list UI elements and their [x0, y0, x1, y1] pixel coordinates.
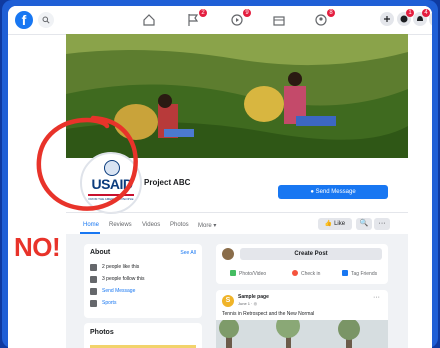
messenger-button[interactable]: 1 — [397, 9, 414, 26]
about-title: About — [90, 249, 111, 256]
about-category-link[interactable]: Sports — [102, 300, 116, 306]
flag-nav-icon[interactable]: 2 — [186, 9, 207, 27]
account-menu-button[interactable] — [429, 12, 432, 26]
about-likes-text: 2 people like this — [102, 264, 140, 270]
post-date: June 1 · ◎ — [238, 301, 258, 306]
tag-friends-label: Tag Friends — [351, 271, 378, 277]
tag-friends-icon — [342, 270, 348, 276]
follow-icon — [90, 276, 97, 283]
thumbs-up-icon: 👍 — [324, 221, 333, 227]
feed-post: S Sample page June 1 · ◎ ··· Tennis in R… — [216, 290, 388, 348]
search-icon — [42, 16, 50, 24]
photo-video-label: Photo/Video — [239, 271, 267, 277]
watch-nav-icon[interactable]: 9 — [230, 9, 251, 27]
tab-home[interactable]: Home — [83, 222, 99, 228]
photos-card: Photos — [84, 323, 202, 348]
plus-icon — [384, 16, 390, 22]
page-title: Project ABC — [144, 178, 191, 187]
about-see-all-link[interactable]: See All — [180, 250, 196, 256]
photo-video-action[interactable]: Photo/Video — [230, 270, 266, 277]
user-avatar — [222, 248, 234, 260]
like-page-button[interactable]: 👍 Like — [318, 218, 352, 230]
groups-nav-icon[interactable]: 8 — [314, 9, 335, 27]
create-post-card: Create Post Photo/Video Check in Tag Fri… — [216, 244, 388, 284]
category-icon — [90, 300, 97, 307]
flag-notification-badge: 2 — [199, 9, 207, 17]
trees-image — [216, 314, 388, 348]
facebook-logo-icon[interactable]: f — [15, 11, 33, 29]
location-pin-icon — [292, 270, 298, 276]
photo-icon — [230, 270, 236, 276]
tab-reviews[interactable]: Reviews — [109, 222, 132, 228]
tab-photos[interactable]: Photos — [170, 222, 189, 228]
page-search-button[interactable]: 🔍 — [356, 218, 372, 230]
check-in-label: Check in — [301, 271, 321, 277]
messenger-icon — [90, 288, 97, 295]
messenger-icon: ● — [310, 189, 314, 195]
no-annotation-label: NO! — [14, 232, 61, 262]
about-card: About See All 2 people like this 3 peopl… — [84, 244, 202, 318]
create-plus-button[interactable] — [380, 12, 394, 26]
send-message-label: Send Message — [315, 189, 356, 195]
post-author-avatar[interactable]: S — [222, 295, 234, 307]
tag-friends-action[interactable]: Tag Friends — [342, 270, 377, 277]
like-label: Like — [334, 221, 346, 227]
notifications-button[interactable]: 4 — [413, 9, 430, 26]
thumbs-up-icon — [90, 264, 97, 271]
tab-more[interactable]: More ▾ — [198, 222, 216, 229]
check-in-action[interactable]: Check in — [292, 270, 320, 277]
watch-notification-badge: 9 — [243, 9, 251, 17]
more-options-icon: ··· — [378, 220, 386, 227]
tab-videos[interactable]: Videos — [142, 222, 160, 228]
about-send-message-link[interactable]: Send Message — [102, 288, 135, 294]
search-button[interactable] — [38, 12, 54, 28]
red-circle-annotation — [36, 115, 138, 211]
page-more-button[interactable]: ··· — [374, 218, 390, 230]
about-followers-text: 3 people follow this — [102, 276, 145, 282]
home-nav-icon[interactable] — [142, 13, 158, 27]
post-options-icon[interactable]: ··· — [373, 294, 380, 301]
groups-notification-badge: 8 — [327, 9, 335, 17]
marketplace-nav-icon[interactable] — [272, 13, 288, 27]
top-navigation-bar: f 2 9 8 1 4 — [8, 6, 432, 35]
search-icon: 🔍 — [359, 220, 369, 227]
send-message-button[interactable]: ● Send Message — [278, 185, 388, 199]
create-post-button[interactable]: Create Post — [240, 248, 382, 260]
post-text: Tennis in Retrospect and the New Normal — [222, 311, 315, 317]
post-image[interactable] — [216, 314, 388, 348]
photos-title: Photos — [90, 329, 114, 336]
post-author-name[interactable]: Sample page — [238, 294, 269, 300]
